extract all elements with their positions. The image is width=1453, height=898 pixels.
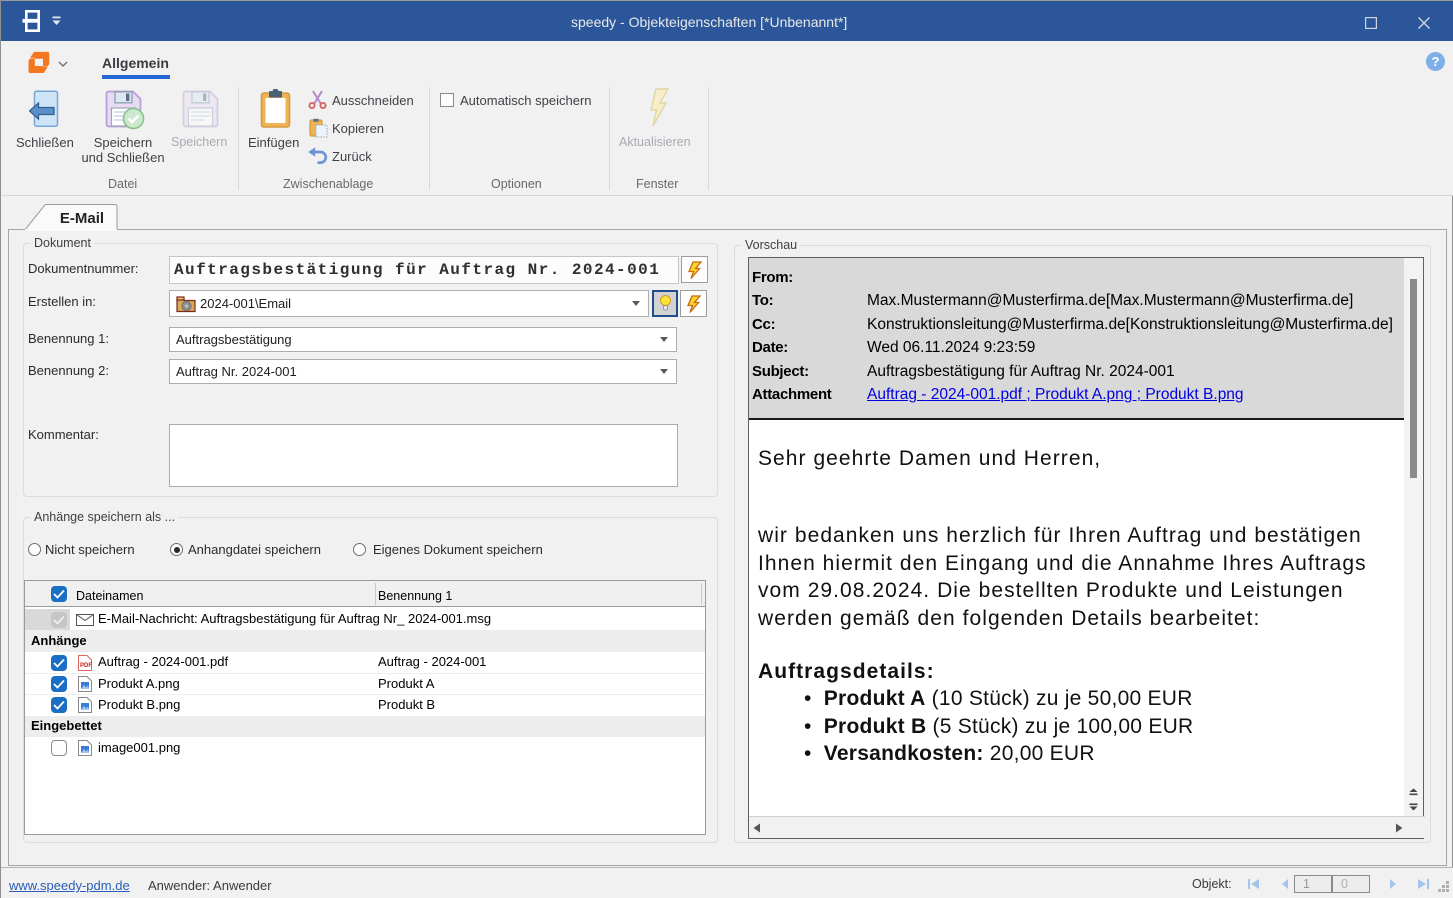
- svg-text:PDF: PDF: [80, 663, 92, 669]
